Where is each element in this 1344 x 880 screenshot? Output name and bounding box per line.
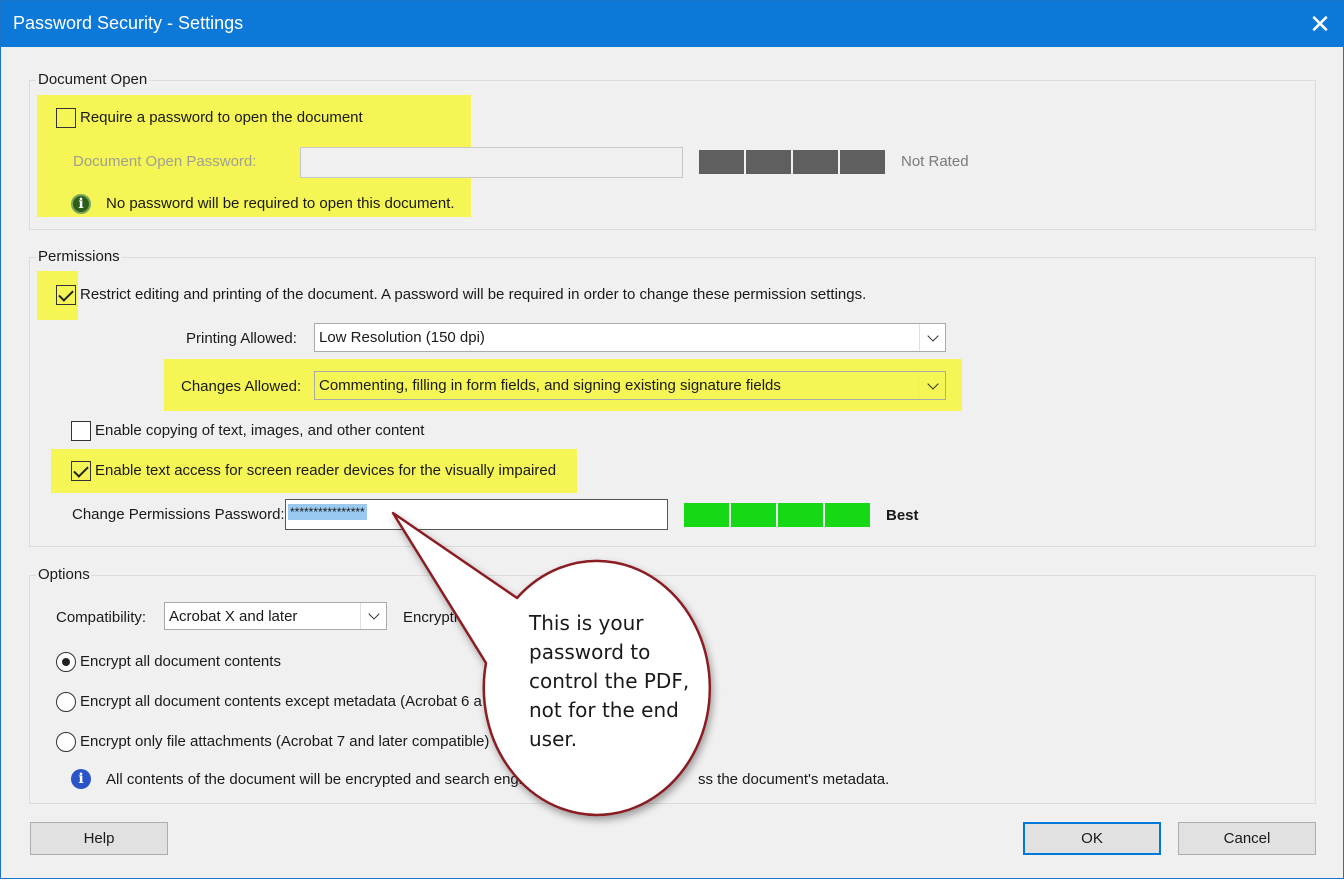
dialog-window: Password Security - Settings ✕ Document … xyxy=(0,0,1344,879)
callout-text: This is your password to control the PDF… xyxy=(529,609,689,754)
callout-line: password to xyxy=(529,640,651,664)
callout-line: not for the end xyxy=(529,698,679,722)
callout-line: This is your xyxy=(529,611,644,635)
callout-line: user. xyxy=(529,727,578,751)
callout-line: control the PDF, xyxy=(529,669,690,693)
